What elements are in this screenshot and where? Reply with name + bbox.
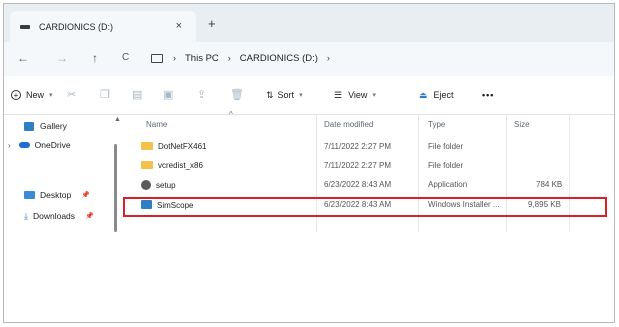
new-button-label: New: [26, 90, 45, 100]
file-name: DotNetFX461: [158, 142, 207, 151]
chevron-down-icon: ▾: [299, 92, 303, 99]
chevron-down-icon: ▾: [49, 92, 53, 99]
file-type: Application: [428, 180, 468, 189]
chevron-down-icon: ▾: [372, 92, 376, 99]
setup-app-icon: [141, 180, 151, 190]
paste-icon[interactable]: ▤: [132, 88, 142, 102]
table-row[interactable]: vcredist_x86 7/11/2022 2:27 PM File fold…: [126, 159, 606, 175]
view-button[interactable]: ☰ View ▾: [334, 88, 376, 102]
column-header-date[interactable]: Date modified: [324, 120, 373, 129]
eject-button-label: Eject: [433, 90, 454, 100]
folder-icon: [141, 142, 153, 150]
scroll-up-arrow-icon[interactable]: ▲: [114, 116, 121, 123]
sort-button-label: Sort: [277, 90, 295, 100]
highlight-annotation-box: [123, 197, 607, 217]
tab-cardionics[interactable]: CARDIONICS (D:) ×: [10, 11, 196, 42]
download-icon: ⤓: [24, 210, 28, 221]
table-row[interactable]: DotNetFX461 7/11/2022 2:27 PM File folde…: [126, 140, 606, 156]
file-date: 7/11/2022 2:27 PM: [324, 161, 392, 170]
monitor-icon: [151, 53, 163, 63]
sidebar-item-label: OneDrive: [34, 140, 71, 150]
file-name: setup: [156, 181, 176, 190]
file-explorer-window: CARDIONICS (D:) × + ← → ↑ C › This PC › …: [3, 3, 615, 323]
copy-icon[interactable]: ❐: [100, 88, 110, 102]
share-icon[interactable]: ⇪: [197, 88, 206, 102]
pin-icon[interactable]: 📌: [85, 212, 94, 220]
sidebar-item-label: Downloads: [32, 211, 76, 221]
file-date: 7/11/2022 2:27 PM: [324, 142, 392, 151]
sidebar-item-gallery[interactable]: Gallery: [24, 120, 67, 132]
gallery-icon: [24, 121, 34, 131]
tab-title: CARDIONICS (D:): [39, 21, 113, 32]
plus-circle-icon: +: [11, 90, 21, 100]
sort-button[interactable]: ⇅ Sort ▾: [266, 88, 303, 102]
file-type: File folder: [428, 142, 464, 151]
file-name-cell: DotNetFX461: [141, 142, 206, 151]
delete-icon[interactable]: 🗑: [230, 88, 244, 102]
sidebar-item-label: Gallery: [40, 121, 67, 131]
file-name-cell: vcredist_x86: [141, 161, 203, 170]
desktop-icon: [24, 191, 35, 199]
pin-icon[interactable]: 📌: [81, 191, 90, 199]
column-header-type[interactable]: Type: [428, 120, 445, 129]
tab-strip: CARDIONICS (D:) × +: [4, 4, 614, 42]
chevron-right-icon[interactable]: ›: [327, 53, 330, 63]
folder-icon: [141, 161, 153, 169]
sort-ascending-icon: ^: [229, 110, 233, 119]
sidebar-scrollbar[interactable]: [114, 144, 117, 232]
sidebar-item-onedrive[interactable]: › OneDrive: [8, 139, 71, 151]
refresh-icon[interactable]: C: [122, 50, 129, 66]
back-arrow-icon[interactable]: ←: [17, 50, 29, 66]
more-options-button[interactable]: •••: [482, 88, 494, 102]
file-size: 784 KB: [536, 180, 563, 189]
close-tab-icon[interactable]: ×: [176, 19, 182, 33]
sidebar-item-downloads[interactable]: ⤓ Downloads 📌: [24, 210, 94, 222]
forward-arrow-icon[interactable]: →: [56, 50, 68, 66]
breadcrumb-this-pc[interactable]: This PC: [185, 53, 219, 64]
up-arrow-icon[interactable]: ↑: [92, 50, 98, 66]
column-header-name[interactable]: Name: [146, 120, 167, 129]
eject-icon: ⏏: [419, 89, 428, 100]
view-button-label: View: [348, 90, 368, 100]
breadcrumb-cardionics[interactable]: CARDIONICS (D:): [240, 53, 318, 64]
breadcrumb: › This PC › CARDIONICS (D:) ›: [151, 50, 339, 66]
file-name-cell: setup: [141, 180, 176, 190]
chevron-right-icon: ›: [227, 53, 231, 63]
cloud-icon: [18, 142, 30, 148]
command-bar: + New ▾ ✂ ❐ ▤ ▣ ⇪ 🗑 ⇅ Sort ▾ ☰ View ▾ ⏏ …: [4, 76, 614, 115]
drive-icon: [20, 24, 30, 29]
view-list-icon: ☰: [334, 89, 343, 100]
address-bar-row: ← → ↑ C › This PC › CARDIONICS (D:) ›: [4, 42, 614, 76]
sidebar-item-label: Desktop: [40, 190, 72, 200]
chevron-right-icon: ›: [173, 53, 176, 63]
rename-icon[interactable]: ▣: [163, 88, 173, 102]
new-tab-icon[interactable]: +: [208, 17, 216, 30]
file-type: File folder: [428, 161, 464, 170]
cut-icon[interactable]: ✂: [67, 88, 76, 102]
file-name: vcredist_x86: [158, 161, 203, 170]
file-date: 6/23/2022 8:43 AM: [324, 180, 392, 189]
sort-icon: ⇅: [266, 89, 274, 100]
chevron-right-icon[interactable]: ›: [8, 141, 11, 150]
table-row[interactable]: setup 6/23/2022 8:43 AM Application 784 …: [126, 178, 606, 194]
eject-button[interactable]: ⏏ Eject: [419, 88, 454, 102]
new-button[interactable]: + New ▾: [11, 88, 53, 102]
sidebar-item-desktop[interactable]: Desktop 📌: [24, 189, 90, 201]
column-header-size[interactable]: Size: [514, 120, 530, 129]
